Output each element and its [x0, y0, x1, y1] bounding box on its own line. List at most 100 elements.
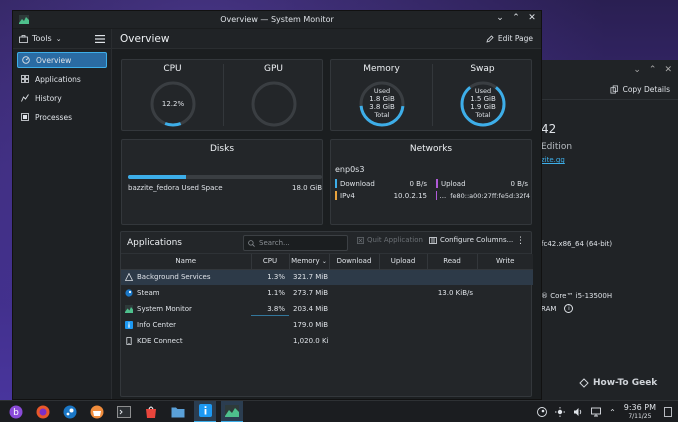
- os-website-link[interactable]: zite.gg: [541, 156, 565, 164]
- disk-usage-bar: [128, 175, 322, 179]
- system-monitor-window: Overview — System Monitor ⌄ ⌃ ✕ Tools ⌄ …: [12, 10, 542, 400]
- info-icon[interactable]: i: [564, 304, 574, 313]
- column-header-name[interactable]: Name: [121, 254, 252, 270]
- taskbar-files[interactable]: [167, 401, 189, 422]
- networks-card: Networks enp0s3 Download 0 B/s Upload 0 …: [330, 139, 532, 225]
- network-interface: enp0s3: [335, 165, 365, 174]
- chevron-down-icon[interactable]: ⌄: [633, 65, 641, 75]
- column-header-read[interactable]: Read: [427, 254, 478, 270]
- table-row[interactable]: Background Services 1.3% 321.7 MiB: [121, 269, 533, 285]
- taskbar-steam[interactable]: [59, 401, 81, 422]
- chevron-up-icon[interactable]: ⌃: [609, 408, 616, 417]
- app-upload: [379, 301, 427, 317]
- column-header-cpu[interactable]: CPU: [251, 254, 290, 270]
- shopping-bag-icon: [146, 406, 156, 418]
- taskbar-launcher[interactable]: b: [5, 401, 27, 422]
- disk-name: bazzite_fedora Used Space: [128, 184, 223, 192]
- clock[interactable]: 9:36 PM 7/11/25: [624, 403, 656, 421]
- copy-icon: [610, 85, 618, 94]
- configure-columns-button[interactable]: Configure Columns...: [429, 236, 513, 244]
- cpu-title: CPU: [163, 64, 182, 74]
- app-cpu: 3.8%: [267, 305, 285, 313]
- table-row[interactable]: KDE Connect 1,020.0 KiB: [121, 333, 533, 349]
- firefox-icon: [36, 405, 50, 418]
- taskbar-system-monitor[interactable]: [221, 400, 243, 422]
- kernel-version: fc42.x86_64 (64-bit): [541, 240, 613, 248]
- howtogeek-logo-icon: [579, 378, 589, 388]
- app-read: [427, 301, 477, 317]
- app-download: [329, 285, 379, 301]
- tools-button[interactable]: Tools ⌄: [19, 34, 62, 43]
- cpu-model: ® Core™ i5-13500H: [541, 292, 613, 300]
- brightness-icon[interactable]: [555, 407, 566, 417]
- cpu-usage-underline: [251, 315, 289, 316]
- hamburger-menu-icon[interactable]: [95, 34, 105, 43]
- pencil-icon: [486, 34, 494, 43]
- sidebar-item-applications[interactable]: Applications: [17, 71, 107, 87]
- disks-card: Disks bazzite_fedora Used Space 18.0 GiB: [121, 139, 323, 225]
- overview-icon: [22, 56, 30, 64]
- app-upload: [379, 317, 427, 333]
- copy-details-button[interactable]: Copy Details: [623, 85, 670, 94]
- show-desktop-icon[interactable]: [664, 407, 672, 417]
- sort-descending-icon: ⌄: [321, 258, 327, 266]
- taskbar-discover[interactable]: [86, 401, 108, 422]
- table-row[interactable]: System Monitor 3.8% 203.4 MiB: [121, 301, 533, 317]
- network-icon[interactable]: [591, 407, 602, 417]
- chevron-up-icon[interactable]: ⌃: [511, 13, 521, 23]
- column-header-write[interactable]: Write: [477, 254, 533, 270]
- app-write: [477, 301, 533, 317]
- chevron-down-icon: ⌄: [55, 34, 62, 43]
- memory-total-value: 3.8 GiB: [369, 103, 395, 111]
- chevron-down-icon[interactable]: ⌄: [495, 13, 505, 23]
- taskbar-info-center[interactable]: [194, 400, 216, 422]
- processes-icon: [21, 113, 29, 121]
- ram-row: RAM i: [541, 304, 574, 313]
- memory-used-value: 1.8 GiB: [369, 95, 395, 103]
- sidebar-item-label: Applications: [35, 74, 81, 84]
- steam-tray-icon[interactable]: [537, 407, 548, 417]
- watermark-text: How-To Geek: [593, 378, 658, 388]
- column-header-memory[interactable]: Memory ⌄: [289, 254, 330, 270]
- toolbox-icon: [19, 34, 28, 43]
- overflow-menu-icon[interactable]: ⋮: [516, 236, 525, 246]
- table-row[interactable]: Info Center 179.0 MiB: [121, 317, 533, 333]
- sidebar-item-processes[interactable]: Processes: [17, 109, 107, 125]
- memory-labels: Used 1.8 GiB 3.8 GiB Total: [357, 87, 407, 119]
- column-header-download[interactable]: Download: [329, 254, 380, 270]
- window-controls: ⌄ ⌃ ✕: [495, 13, 537, 23]
- sidebar-item-label: Overview: [36, 55, 72, 65]
- watermark: How-To Geek: [579, 378, 657, 388]
- app-name: Info Center: [137, 321, 177, 329]
- app-read: [427, 269, 477, 285]
- edit-page-button[interactable]: Edit Page: [486, 34, 533, 43]
- sidebar: Tools ⌄ Overview Applications History Pr…: [13, 29, 112, 399]
- app-cpu: 1.3%: [267, 273, 285, 282]
- download-value: 0 B/s: [409, 179, 428, 188]
- app-memory: 1,020.0 KiB: [293, 337, 329, 345]
- edit-page-label: Edit Page: [497, 34, 533, 43]
- app-memory: 273.7 MiB: [293, 289, 329, 297]
- ipv4-row: IPv4 10.0.2.15: [335, 191, 427, 200]
- sidebar-item-overview[interactable]: Overview: [17, 52, 107, 68]
- taskbar-terminal[interactable]: [113, 401, 135, 422]
- folder-icon: [171, 407, 185, 417]
- app-download: [329, 301, 379, 317]
- sidebar-header: Tools ⌄: [13, 29, 111, 49]
- volume-icon[interactable]: [573, 407, 583, 417]
- sidebar-item-label: History: [35, 93, 62, 103]
- taskbar-firefox[interactable]: [32, 401, 54, 422]
- close-icon[interactable]: ✕: [664, 65, 672, 75]
- taskbar-store[interactable]: [140, 401, 162, 422]
- quit-application-button[interactable]: Quit Application: [357, 236, 423, 244]
- swap-total-value: 1.9 GiB: [470, 103, 496, 111]
- search-input[interactable]: Search...: [243, 235, 348, 251]
- column-header-upload[interactable]: Upload: [379, 254, 428, 270]
- chevron-up-icon[interactable]: ⌃: [649, 65, 657, 75]
- sidebar-item-history[interactable]: History: [17, 90, 107, 106]
- table-row[interactable]: Steam 1.1% 273.7 MiB 13.0 KiB/s: [121, 285, 533, 301]
- close-icon[interactable]: ✕: [527, 13, 537, 23]
- upload-label: Upload: [441, 179, 466, 188]
- clock-time: 9:36 PM: [623, 403, 656, 412]
- window-titlebar[interactable]: Overview — System Monitor ⌄ ⌃ ✕: [13, 11, 541, 29]
